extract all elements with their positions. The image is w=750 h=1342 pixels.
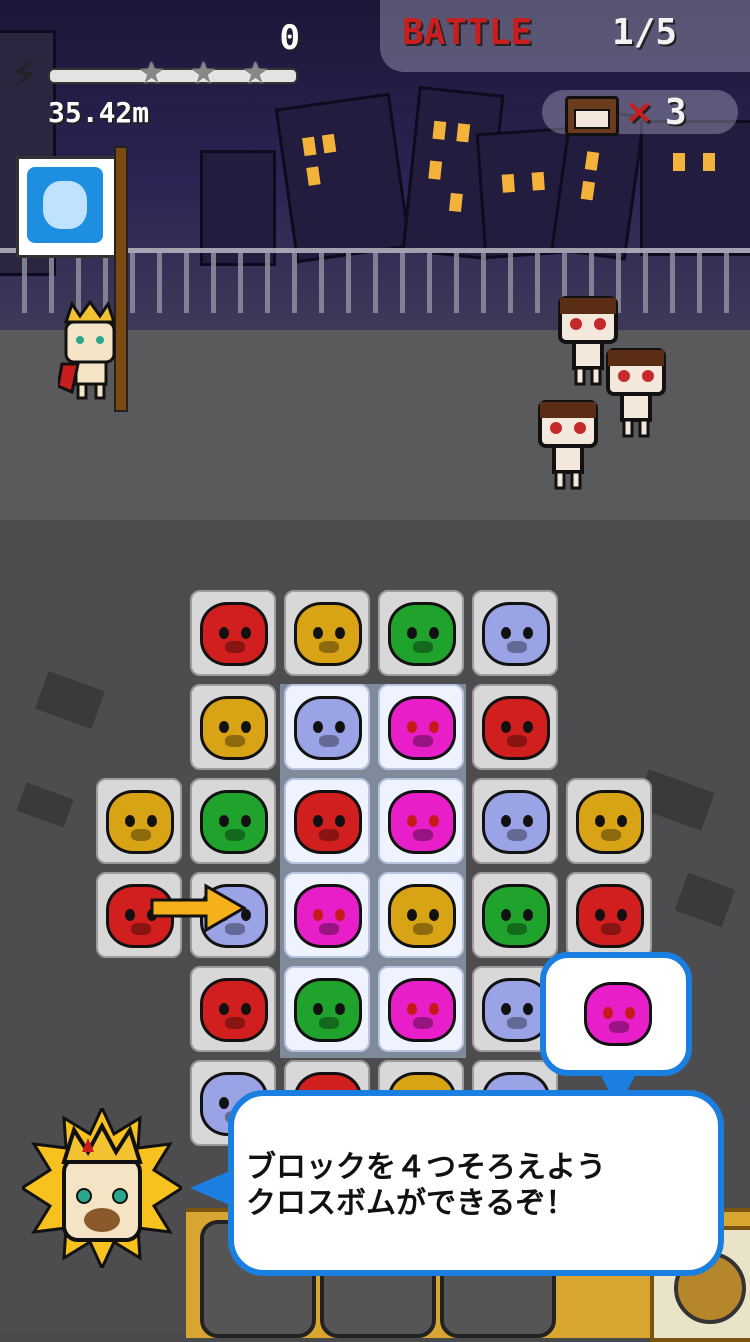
board-cell[interactable] (378, 778, 464, 864)
multiply-icon: × (625, 92, 654, 132)
dog-block-icon (482, 696, 550, 760)
board-cell[interactable] (472, 684, 558, 770)
castle-flag (16, 156, 120, 258)
bear-block-icon (106, 790, 174, 854)
bear-block-icon (576, 790, 644, 854)
distance-readout: 35.42m (48, 96, 150, 129)
bear-block-icon (294, 602, 362, 666)
board-cell[interactable] (378, 872, 464, 958)
board-cell[interactable] (284, 872, 370, 958)
king-character (58, 300, 117, 400)
zombie-enemy (606, 348, 666, 438)
pig-block-icon (294, 978, 362, 1042)
tutorial-message: ブロックを４つそろえよう クロスボムができるぞ！ (246, 1150, 696, 1222)
board-cell[interactable] (96, 778, 182, 864)
rabbit-block-icon (388, 790, 456, 854)
tutorial-line-2: クロスボムができるぞ！ (246, 1186, 576, 1221)
castle-emblem-icon (27, 167, 103, 243)
bear-block-icon (200, 696, 268, 760)
dog-block-icon (200, 602, 268, 666)
cat-block-icon (482, 790, 550, 854)
star-icon: ★ (190, 56, 217, 91)
board-cell[interactable] (190, 684, 276, 770)
rabbit-block-icon (388, 978, 456, 1042)
star-icon: ★ (242, 56, 269, 91)
board-cell[interactable] (284, 684, 370, 770)
board-cell[interactable] (472, 778, 558, 864)
board-cell[interactable] (284, 590, 370, 676)
board-cell[interactable] (566, 872, 652, 958)
rabbit-block-icon (294, 884, 362, 948)
rabbit-block-icon (576, 972, 662, 1058)
star-icon: ★ (138, 56, 165, 91)
board-cell[interactable] (190, 590, 276, 676)
lightning-icon: ⚡ (10, 52, 39, 98)
board-cell[interactable] (378, 684, 464, 770)
rabbit-block-icon (584, 982, 652, 1046)
king-portrait-icon (22, 1108, 182, 1268)
pig-block-icon (200, 790, 268, 854)
dog-block-icon (294, 790, 362, 854)
board-cell[interactable] (378, 966, 464, 1052)
arrow-right-icon (150, 883, 247, 933)
board-cell[interactable] (190, 966, 276, 1052)
enemy-count: 3 (665, 92, 687, 133)
board-cell[interactable] (472, 872, 558, 958)
zombie-icon (565, 96, 619, 136)
board-cell[interactable] (284, 966, 370, 1052)
dog-block-icon (576, 884, 644, 948)
board-cell[interactable] (190, 778, 276, 864)
pig-block-icon (388, 602, 456, 666)
pig-block-icon (482, 884, 550, 948)
tutorial-line-1: ブロックを４つそろえよう (246, 1150, 606, 1185)
battle-progress: 1/5 (612, 12, 678, 53)
board-cell[interactable] (378, 590, 464, 676)
score: 0 (279, 18, 300, 58)
board-cell[interactable] (284, 778, 370, 864)
bear-block-icon (388, 884, 456, 948)
hint-bubble (540, 952, 692, 1076)
board-cell[interactable] (566, 778, 652, 864)
zombie-enemy (538, 400, 598, 490)
board-cell[interactable] (472, 590, 558, 676)
distance-progress-bar: ★ ★ ★ (48, 56, 298, 91)
battle-label: BATTLE (402, 12, 533, 53)
cat-block-icon (482, 602, 550, 666)
rabbit-block-icon (388, 696, 456, 760)
dog-block-icon (200, 978, 268, 1042)
speech-bubble-tail (190, 1170, 232, 1206)
cat-block-icon (294, 696, 362, 760)
